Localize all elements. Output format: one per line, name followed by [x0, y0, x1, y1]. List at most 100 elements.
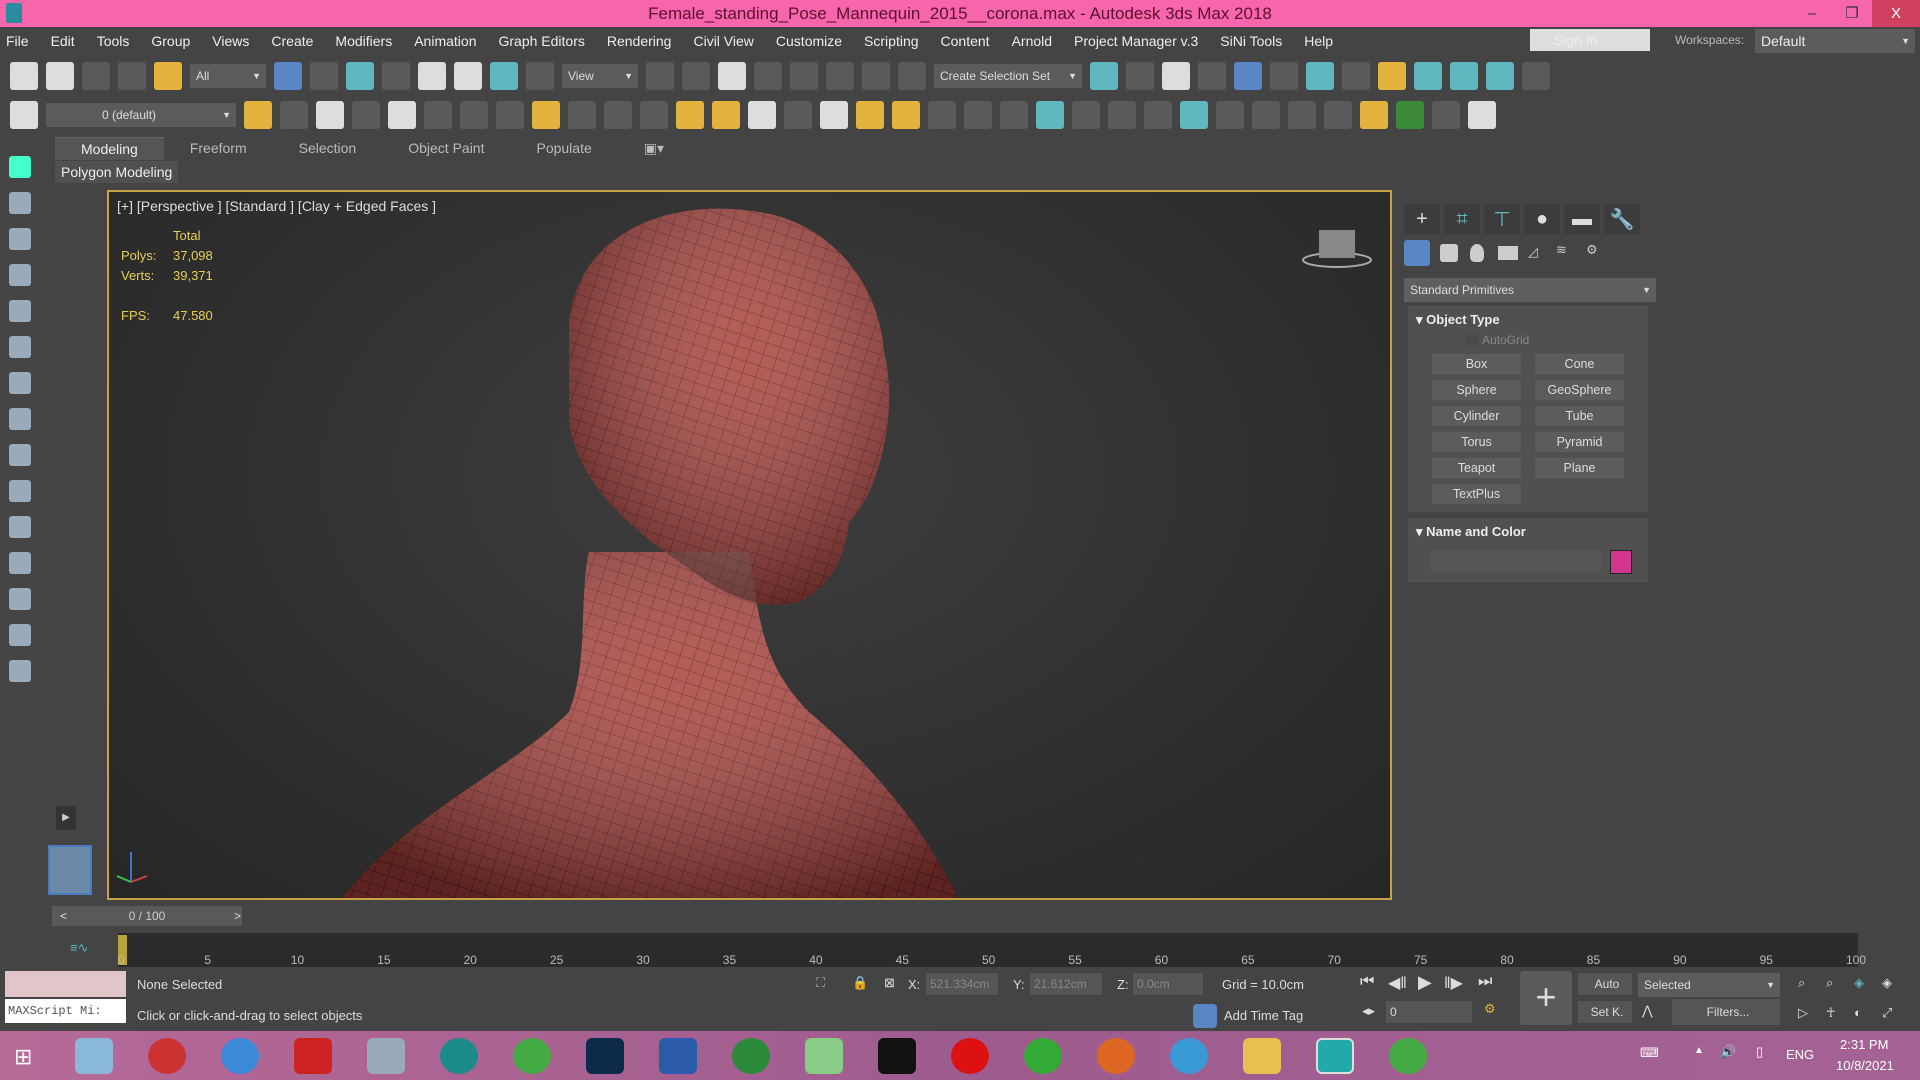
y-coordinate-field[interactable]: 21.612cm — [1030, 973, 1102, 995]
window-crossing-icon[interactable] — [382, 62, 410, 90]
teapot-icon[interactable] — [388, 101, 416, 129]
reference-coordinate-dropdown[interactable]: View — [562, 64, 638, 88]
z-coordinate-field[interactable]: 0.0cm — [1133, 973, 1203, 995]
export-icon[interactable] — [9, 516, 31, 538]
menu-content[interactable]: Content — [941, 33, 990, 49]
name-and-color-title[interactable]: ▾ Name and Color — [1416, 524, 1526, 540]
stamp-icon[interactable] — [9, 372, 31, 394]
taskbar-telegram-icon[interactable] — [1170, 1038, 1208, 1074]
torus-button[interactable]: Torus — [1432, 432, 1521, 452]
tab-populate[interactable]: Populate — [510, 137, 617, 160]
box-button[interactable]: Box — [1432, 354, 1521, 374]
population-icon[interactable] — [9, 228, 31, 250]
workspace-dropdown[interactable]: Default — [1755, 29, 1915, 53]
autogrid-checkbox[interactable] — [1466, 334, 1478, 346]
goto-start-button[interactable]: ⏮ — [1360, 973, 1374, 991]
taskbar-word-icon[interactable] — [659, 1038, 697, 1074]
viewport-layout-button[interactable] — [48, 845, 92, 895]
taskbar-autocad-icon[interactable] — [294, 1038, 332, 1074]
menu-customize[interactable]: Customize — [776, 33, 842, 49]
camera-icon[interactable] — [568, 101, 596, 129]
viewcube[interactable] — [1302, 230, 1372, 268]
frame-icon[interactable] — [9, 588, 31, 610]
play-button[interactable]: ▶ — [1418, 972, 1432, 993]
hair-icon[interactable] — [1108, 101, 1136, 129]
select-manipulate-icon[interactable] — [682, 62, 710, 90]
rendered-frame-window-icon[interactable] — [1414, 62, 1442, 90]
zoom-extents-icon[interactable]: ◈ — [1854, 975, 1864, 991]
menu-civil-view[interactable]: Civil View — [693, 33, 753, 49]
angle-snap-icon[interactable] — [790, 62, 818, 90]
taskbar-app2-icon[interactable] — [1024, 1038, 1062, 1074]
viewport-label[interactable]: [+] [Perspective ] [Standard ] [Clay + E… — [117, 198, 436, 214]
volume-icon[interactable] — [1036, 101, 1064, 129]
clock-time[interactable]: 2:31 PM — [1840, 1037, 1888, 1052]
key-filters-button[interactable]: Filters... — [1672, 999, 1780, 1025]
lock-icon[interactable]: 🔒 — [852, 975, 868, 991]
zoom-extents-all-icon[interactable]: ◈ — [1882, 975, 1892, 991]
spot-light-icon[interactable] — [820, 101, 848, 129]
align-icon[interactable] — [1126, 62, 1154, 90]
display-tab-icon[interactable]: ▬ — [1564, 204, 1600, 234]
taskbar-recorder-icon[interactable] — [951, 1038, 989, 1074]
polygon-modeling-panel[interactable]: Polygon Modeling — [55, 161, 179, 183]
menu-group[interactable]: Group — [151, 33, 190, 49]
curve-editor-toggle-icon[interactable]: ≡∿ — [70, 940, 88, 956]
keyboard-shortcut-icon[interactable] — [718, 62, 746, 90]
maxscript-listener[interactable] — [5, 971, 126, 997]
grass-icon[interactable] — [1072, 101, 1100, 129]
time-slider[interactable]: 0 / 100 — [52, 906, 242, 926]
add-time-tag-button[interactable]: Add Time Tag — [1224, 1008, 1303, 1023]
align-tool-icon[interactable] — [9, 480, 31, 502]
layer-explorer-icon[interactable] — [1198, 62, 1226, 90]
layer-manager-icon[interactable] — [10, 101, 38, 129]
place-icon[interactable] — [526, 62, 554, 90]
category-dropdown[interactable]: Standard Primitives — [1404, 278, 1656, 302]
motion-tab-icon[interactable]: ● — [1524, 204, 1560, 234]
key-tangent-icon[interactable]: ⋀ — [1642, 1003, 1653, 1019]
maximize-viewport-icon[interactable]: ⤢ — [1882, 1005, 1892, 1021]
create-tab-icon[interactable]: + — [1404, 204, 1440, 234]
orbit-viewport-icon[interactable]: ◐ — [1854, 1005, 1862, 1020]
set-key-icon[interactable]: + — [1520, 971, 1572, 1025]
sphere-render-icon[interactable] — [604, 101, 632, 129]
menu-arnold[interactable]: Arnold — [1012, 33, 1052, 49]
bind-spacewarp-icon[interactable] — [154, 62, 182, 90]
cameras-icon[interactable] — [1498, 246, 1518, 260]
geosphere-button[interactable]: GeoSphere — [1535, 380, 1624, 400]
list-tool-icon[interactable] — [9, 300, 31, 322]
absolute-mode-icon[interactable]: ⊠ — [884, 975, 895, 991]
sphere-light-icon[interactable] — [748, 101, 776, 129]
render-in-cloud-icon[interactable] — [1522, 62, 1550, 90]
move-icon[interactable] — [418, 62, 446, 90]
scatter-icon[interactable] — [928, 101, 956, 129]
select-in-layer-icon[interactable] — [316, 101, 344, 129]
percent-snap-icon[interactable] — [826, 62, 854, 90]
prev-frame-button[interactable]: ◀‖ — [1388, 973, 1407, 993]
skydome-icon[interactable] — [784, 101, 812, 129]
taskbar-powerpoint-icon[interactable] — [148, 1038, 186, 1074]
render-production-icon[interactable] — [1450, 62, 1478, 90]
start-button-icon[interactable]: ⊞ — [14, 1044, 32, 1070]
sun-icon[interactable] — [856, 101, 884, 129]
orbit-icon[interactable] — [9, 624, 31, 646]
tree-icon[interactable] — [1396, 101, 1424, 129]
taskbar-calculator-icon[interactable] — [367, 1038, 405, 1074]
fp-icon[interactable] — [1360, 101, 1388, 129]
tray-expand-icon[interactable]: ▲ — [1694, 1045, 1704, 1056]
group-icon[interactable] — [9, 552, 31, 574]
scale-icon[interactable] — [490, 62, 518, 90]
menu-graph-editors[interactable]: Graph Editors — [498, 33, 584, 49]
utilities-tab-icon[interactable]: 🔧 — [1604, 204, 1640, 234]
displacement-icon[interactable] — [1144, 101, 1172, 129]
redo-icon[interactable] — [46, 62, 74, 90]
taskbar-explorer-icon[interactable] — [1243, 1038, 1281, 1074]
set-key-button[interactable]: Set K. — [1578, 1001, 1632, 1023]
cylinder-button[interactable]: Cylinder — [1432, 406, 1521, 426]
render-tool-icon[interactable] — [640, 101, 668, 129]
taskbar-app-icon[interactable] — [75, 1038, 113, 1074]
menu-animation[interactable]: Animation — [414, 33, 476, 49]
taskbar-ie-icon[interactable] — [221, 1038, 259, 1074]
spinner-snap-icon[interactable] — [862, 62, 890, 90]
globe-icon[interactable] — [9, 444, 31, 466]
